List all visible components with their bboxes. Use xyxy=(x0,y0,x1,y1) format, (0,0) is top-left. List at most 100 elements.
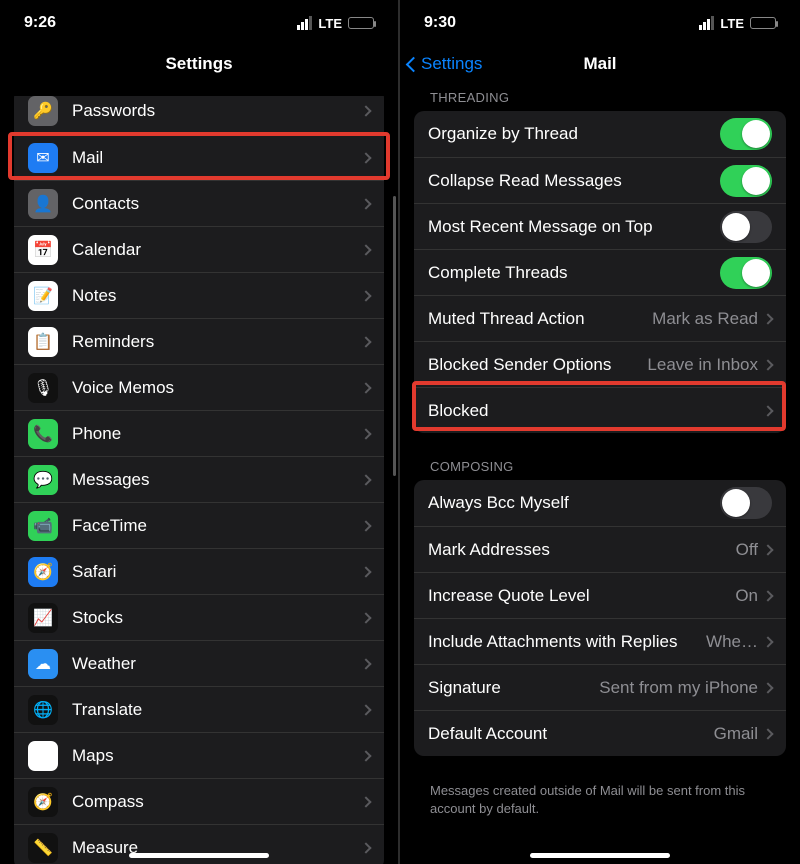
row-detail: Sent from my iPhone xyxy=(599,678,758,698)
nav-bar: Settings Mail xyxy=(400,42,800,86)
row-label: Always Bcc Myself xyxy=(428,493,720,513)
settings-row-facetime[interactable]: 📹FaceTime xyxy=(14,502,384,548)
key-icon: 🔑 xyxy=(28,96,58,126)
settings-row-stocks[interactable]: 📈Stocks xyxy=(14,594,384,640)
row-blocked[interactable]: Blocked xyxy=(414,387,786,433)
page-title: Settings xyxy=(165,54,232,74)
settings-row-compass[interactable]: 🧭Compass xyxy=(14,778,384,824)
maps-icon: 🗺 xyxy=(28,741,58,771)
chevron-right-icon xyxy=(360,428,371,439)
row-label: Include Attachments with Replies xyxy=(428,632,706,652)
row-label: Complete Threads xyxy=(428,263,720,283)
row-detail: Gmail xyxy=(714,724,758,744)
weather-icon: ☁ xyxy=(28,649,58,679)
row-label: Calendar xyxy=(72,240,362,260)
chevron-right-icon xyxy=(360,566,371,577)
row-complete-threads[interactable]: Complete Threads xyxy=(414,249,786,295)
page-title: Mail xyxy=(583,54,616,74)
chevron-right-icon xyxy=(360,105,371,116)
row-muted-thread-action[interactable]: Muted Thread ActionMark as Read xyxy=(414,295,786,341)
back-label: Settings xyxy=(421,54,482,74)
notes-icon: 📝 xyxy=(28,281,58,311)
mail-icon: ✉ xyxy=(28,143,58,173)
toggle-switch[interactable] xyxy=(720,118,772,150)
settings-row-safari[interactable]: 🧭Safari xyxy=(14,548,384,594)
battery-icon xyxy=(750,17,776,29)
settings-row-translate[interactable]: 🌐 Translate xyxy=(14,686,384,732)
chevron-right-icon xyxy=(360,750,371,761)
row-label: Voice Memos xyxy=(72,378,362,398)
chevron-right-icon xyxy=(762,359,773,370)
row-most-recent-message-on-top[interactable]: Most Recent Message on Top xyxy=(414,203,786,249)
back-button[interactable]: Settings xyxy=(408,54,482,74)
toggle-switch[interactable] xyxy=(720,211,772,243)
toggle-switch[interactable] xyxy=(720,165,772,197)
row-label: Increase Quote Level xyxy=(428,586,735,606)
settings-row-maps[interactable]: 🗺Maps xyxy=(14,732,384,778)
scroll-indicator xyxy=(393,196,396,476)
row-label: Reminders xyxy=(72,332,362,352)
row-label: Contacts xyxy=(72,194,362,214)
settings-row-phone[interactable]: 📞Phone xyxy=(14,410,384,456)
row-label: Compass xyxy=(72,792,362,812)
row-label: Mail xyxy=(72,148,362,168)
row-label: Translate xyxy=(72,700,362,720)
settings-row-weather[interactable]: ☁ Weather xyxy=(14,640,384,686)
toggle-switch[interactable] xyxy=(720,487,772,519)
row-signature[interactable]: SignatureSent from my iPhone xyxy=(414,664,786,710)
settings-list[interactable]: 🔑 Passwords ✉ Mail 👤 Contacts 📅Calendar 📝 Notes 📋… xyxy=(0,96,398,864)
settings-row-contacts[interactable]: 👤 Contacts xyxy=(14,180,384,226)
status-bar: 9:26 LTE xyxy=(0,0,398,38)
home-indicator xyxy=(530,853,670,858)
settings-row-notes[interactable]: 📝 Notes xyxy=(14,272,384,318)
mail-settings-screen: 9:30 LTE Settings Mail THREADING Organiz… xyxy=(400,0,800,864)
row-detail: Mark as Read xyxy=(652,309,758,329)
row-blocked-sender-options[interactable]: Blocked Sender OptionsLeave in Inbox xyxy=(414,341,786,387)
facetime-icon: 📹 xyxy=(28,511,58,541)
settings-row-reminders[interactable]: 📋Reminders xyxy=(14,318,384,364)
row-label: Blocked Sender Options xyxy=(428,355,647,375)
chevron-right-icon xyxy=(762,636,773,647)
row-label: Weather xyxy=(72,654,362,674)
translate-icon: 🌐 xyxy=(28,695,58,725)
section-footer-composing: Messages created outside of Mail will be… xyxy=(400,776,800,837)
row-label: Notes xyxy=(72,286,362,306)
chevron-right-icon xyxy=(360,842,371,853)
chevron-right-icon xyxy=(360,152,371,163)
contacts-icon: 👤 xyxy=(28,189,58,219)
measure-icon: 📏 xyxy=(28,833,58,863)
settings-row-messages[interactable]: 💬Messages xyxy=(14,456,384,502)
row-always-bcc-myself[interactable]: Always Bcc Myself xyxy=(414,480,786,526)
row-detail: Off xyxy=(736,540,758,560)
chevron-right-icon xyxy=(762,682,773,693)
settings-row-voice-memos[interactable]: 🎙Voice Memos xyxy=(14,364,384,410)
row-label: Default Account xyxy=(428,724,714,744)
chevron-right-icon xyxy=(360,658,371,669)
battery-icon xyxy=(348,17,374,29)
chevron-right-icon xyxy=(762,590,773,601)
chevron-right-icon xyxy=(762,313,773,324)
row-label: Muted Thread Action xyxy=(428,309,652,329)
row-collapse-read-messages[interactable]: Collapse Read Messages xyxy=(414,157,786,203)
settings-row-measure[interactable]: 📏Measure xyxy=(14,824,384,864)
home-indicator xyxy=(129,853,269,858)
messages-icon: 💬 xyxy=(28,465,58,495)
row-label: Mark Addresses xyxy=(428,540,736,560)
settings-row-calendar[interactable]: 📅Calendar xyxy=(14,226,384,272)
row-detail: Leave in Inbox xyxy=(647,355,758,375)
chevron-right-icon xyxy=(360,336,371,347)
chevron-right-icon xyxy=(762,405,773,416)
row-default-account[interactable]: Default AccountGmail xyxy=(414,710,786,756)
row-label: Passwords xyxy=(72,101,362,121)
toggle-switch[interactable] xyxy=(720,257,772,289)
row-mark-addresses[interactable]: Mark AddressesOff xyxy=(414,526,786,572)
row-increase-quote-level[interactable]: Increase Quote LevelOn xyxy=(414,572,786,618)
row-include-attachments-with-replies[interactable]: Include Attachments with RepliesWhe… xyxy=(414,618,786,664)
settings-row-mail[interactable]: ✉ Mail xyxy=(14,134,384,180)
mail-settings-list[interactable]: THREADING Organize by ThreadCollapse Rea… xyxy=(400,90,800,864)
chevron-right-icon xyxy=(360,382,371,393)
settings-row-passwords[interactable]: 🔑 Passwords xyxy=(14,96,384,134)
chevron-right-icon xyxy=(360,704,371,715)
row-organize-by-thread[interactable]: Organize by Thread xyxy=(414,111,786,157)
row-label: Signature xyxy=(428,678,599,698)
